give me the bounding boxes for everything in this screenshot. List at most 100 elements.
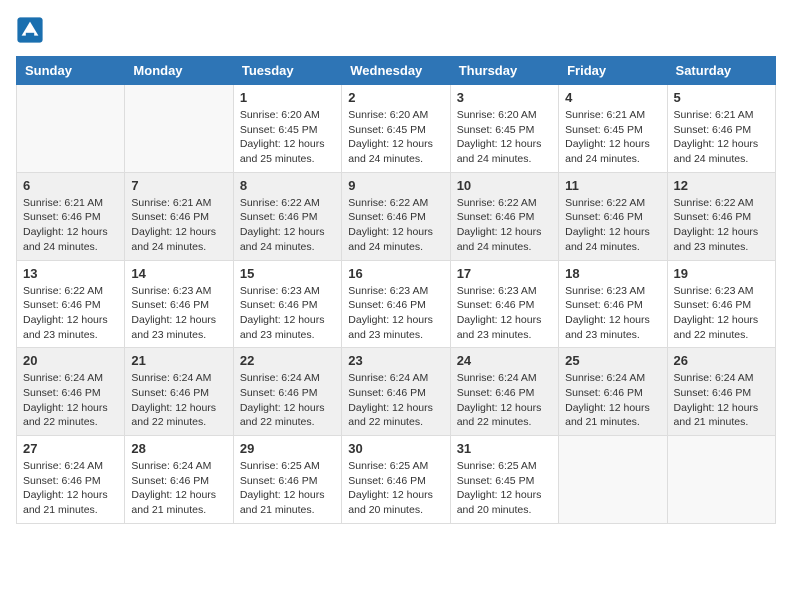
day-info: Sunrise: 6:24 AM Sunset: 6:46 PM Dayligh… bbox=[565, 371, 660, 430]
day-info: Sunrise: 6:20 AM Sunset: 6:45 PM Dayligh… bbox=[348, 108, 443, 167]
day-info: Sunrise: 6:21 AM Sunset: 6:46 PM Dayligh… bbox=[23, 196, 118, 255]
day-number: 15 bbox=[240, 266, 335, 281]
day-number: 27 bbox=[23, 441, 118, 456]
day-info: Sunrise: 6:23 AM Sunset: 6:46 PM Dayligh… bbox=[674, 284, 769, 343]
calendar-cell: 10 Sunrise: 6:22 AM Sunset: 6:46 PM Dayli… bbox=[450, 172, 558, 260]
weekday-header: Monday bbox=[125, 57, 233, 85]
logo-icon bbox=[16, 16, 44, 44]
calendar-cell: 14 Sunrise: 6:23 AM Sunset: 6:46 PM Dayli… bbox=[125, 260, 233, 348]
day-number: 1 bbox=[240, 90, 335, 105]
calendar-cell: 30Sunrise: 6:25 AM Sunset: 6:46 PM Dayli… bbox=[342, 436, 450, 524]
day-info: Sunrise: 6:24 AM Sunset: 6:46 PM Dayligh… bbox=[23, 459, 118, 518]
day-info: Sunrise: 6:22 AM Sunset: 6:46 PM Dayligh… bbox=[674, 196, 769, 255]
weekday-header: Tuesday bbox=[233, 57, 341, 85]
day-number: 7 bbox=[131, 178, 226, 193]
day-number: 2 bbox=[348, 90, 443, 105]
day-number: 16 bbox=[348, 266, 443, 281]
day-info: Sunrise: 6:22 AM Sunset: 6:46 PM Dayligh… bbox=[23, 284, 118, 343]
calendar-cell: 29Sunrise: 6:25 AM Sunset: 6:46 PM Dayli… bbox=[233, 436, 341, 524]
page-header bbox=[16, 16, 776, 44]
calendar-cell: 5 Sunrise: 6:21 AM Sunset: 6:46 PM Daylig… bbox=[667, 85, 775, 173]
calendar-cell: 18 Sunrise: 6:23 AM Sunset: 6:46 PM Dayli… bbox=[559, 260, 667, 348]
calendar-week-row: 6 Sunrise: 6:21 AM Sunset: 6:46 PM Daylig… bbox=[17, 172, 776, 260]
calendar-table: SundayMondayTuesdayWednesdayThursdayFrid… bbox=[16, 56, 776, 524]
day-number: 23 bbox=[348, 353, 443, 368]
weekday-header: Wednesday bbox=[342, 57, 450, 85]
day-number: 6 bbox=[23, 178, 118, 193]
weekday-header: Thursday bbox=[450, 57, 558, 85]
day-info: Sunrise: 6:22 AM Sunset: 6:46 PM Dayligh… bbox=[348, 196, 443, 255]
weekday-header: Saturday bbox=[667, 57, 775, 85]
calendar-cell: 13 Sunrise: 6:22 AM Sunset: 6:46 PM Dayli… bbox=[17, 260, 125, 348]
day-number: 25 bbox=[565, 353, 660, 368]
day-info: Sunrise: 6:24 AM Sunset: 6:46 PM Dayligh… bbox=[240, 371, 335, 430]
day-info: Sunrise: 6:22 AM Sunset: 6:46 PM Dayligh… bbox=[457, 196, 552, 255]
day-number: 3 bbox=[457, 90, 552, 105]
day-info: Sunrise: 6:24 AM Sunset: 6:46 PM Dayligh… bbox=[457, 371, 552, 430]
calendar-week-row: 27 Sunrise: 6:24 AM Sunset: 6:46 PM Dayli… bbox=[17, 436, 776, 524]
day-info: Sunrise: 6:20 AM Sunset: 6:45 PM Dayligh… bbox=[457, 108, 552, 167]
calendar-header-row: SundayMondayTuesdayWednesdayThursdayFrid… bbox=[17, 57, 776, 85]
day-info: Sunrise: 6:20 AM Sunset: 6:45 PM Dayligh… bbox=[240, 108, 335, 167]
calendar-cell: 11 Sunrise: 6:22 AM Sunset: 6:46 PM Dayli… bbox=[559, 172, 667, 260]
day-number: 17 bbox=[457, 266, 552, 281]
day-info: Sunrise: 6:25 AM Sunset: 6:45 PM Dayligh… bbox=[457, 459, 552, 518]
day-number: 31 bbox=[457, 441, 552, 456]
logo bbox=[16, 16, 46, 44]
calendar-cell: 2 Sunrise: 6:20 AM Sunset: 6:45 PM Daylig… bbox=[342, 85, 450, 173]
calendar-cell: 12 Sunrise: 6:22 AM Sunset: 6:46 PM Dayli… bbox=[667, 172, 775, 260]
day-number: 11 bbox=[565, 178, 660, 193]
calendar-cell: 25 Sunrise: 6:24 AM Sunset: 6:46 PM Dayli… bbox=[559, 348, 667, 436]
calendar-cell: 4 Sunrise: 6:21 AM Sunset: 6:45 PM Daylig… bbox=[559, 85, 667, 173]
day-info: Sunrise: 6:23 AM Sunset: 6:46 PM Dayligh… bbox=[131, 284, 226, 343]
day-number: 12 bbox=[674, 178, 769, 193]
day-number: 29 bbox=[240, 441, 335, 456]
calendar-cell: 9 Sunrise: 6:22 AM Sunset: 6:46 PM Daylig… bbox=[342, 172, 450, 260]
day-info: Sunrise: 6:24 AM Sunset: 6:46 PM Dayligh… bbox=[674, 371, 769, 430]
calendar-cell: 23 Sunrise: 6:24 AM Sunset: 6:46 PM Dayli… bbox=[342, 348, 450, 436]
day-number: 18 bbox=[565, 266, 660, 281]
calendar-cell: 8 Sunrise: 6:22 AM Sunset: 6:46 PM Daylig… bbox=[233, 172, 341, 260]
day-info: Sunrise: 6:22 AM Sunset: 6:46 PM Dayligh… bbox=[565, 196, 660, 255]
calendar-cell: 3 Sunrise: 6:20 AM Sunset: 6:45 PM Daylig… bbox=[450, 85, 558, 173]
calendar-cell bbox=[559, 436, 667, 524]
day-number: 9 bbox=[348, 178, 443, 193]
day-info: Sunrise: 6:23 AM Sunset: 6:46 PM Dayligh… bbox=[348, 284, 443, 343]
day-number: 26 bbox=[674, 353, 769, 368]
day-number: 28 bbox=[131, 441, 226, 456]
day-number: 10 bbox=[457, 178, 552, 193]
calendar-cell bbox=[125, 85, 233, 173]
day-number: 24 bbox=[457, 353, 552, 368]
day-info: Sunrise: 6:24 AM Sunset: 6:46 PM Dayligh… bbox=[131, 371, 226, 430]
day-number: 4 bbox=[565, 90, 660, 105]
day-number: 14 bbox=[131, 266, 226, 281]
day-number: 20 bbox=[23, 353, 118, 368]
calendar-cell: 16 Sunrise: 6:23 AM Sunset: 6:46 PM Dayli… bbox=[342, 260, 450, 348]
calendar-week-row: 13 Sunrise: 6:22 AM Sunset: 6:46 PM Dayli… bbox=[17, 260, 776, 348]
calendar-week-row: 20 Sunrise: 6:24 AM Sunset: 6:46 PM Dayli… bbox=[17, 348, 776, 436]
calendar-cell: 15Sunrise: 6:23 AM Sunset: 6:46 PM Dayli… bbox=[233, 260, 341, 348]
day-number: 13 bbox=[23, 266, 118, 281]
calendar-cell: 7Sunrise: 6:21 AM Sunset: 6:46 PM Daylig… bbox=[125, 172, 233, 260]
day-number: 8 bbox=[240, 178, 335, 193]
day-info: Sunrise: 6:22 AM Sunset: 6:46 PM Dayligh… bbox=[240, 196, 335, 255]
calendar-cell: 19 Sunrise: 6:23 AM Sunset: 6:46 PM Dayli… bbox=[667, 260, 775, 348]
weekday-header: Friday bbox=[559, 57, 667, 85]
day-info: Sunrise: 6:21 AM Sunset: 6:45 PM Dayligh… bbox=[565, 108, 660, 167]
weekday-header: Sunday bbox=[17, 57, 125, 85]
calendar-cell: 31 Sunrise: 6:25 AM Sunset: 6:45 PM Dayli… bbox=[450, 436, 558, 524]
day-number: 21 bbox=[131, 353, 226, 368]
day-info: Sunrise: 6:24 AM Sunset: 6:46 PM Dayligh… bbox=[348, 371, 443, 430]
calendar-cell: 20 Sunrise: 6:24 AM Sunset: 6:46 PM Dayli… bbox=[17, 348, 125, 436]
calendar-cell: 21 Sunrise: 6:24 AM Sunset: 6:46 PM Dayli… bbox=[125, 348, 233, 436]
day-info: Sunrise: 6:21 AM Sunset: 6:46 PM Dayligh… bbox=[674, 108, 769, 167]
day-number: 19 bbox=[674, 266, 769, 281]
calendar-cell bbox=[667, 436, 775, 524]
day-info: Sunrise: 6:23 AM Sunset: 6:46 PM Dayligh… bbox=[565, 284, 660, 343]
calendar-cell: 24 Sunrise: 6:24 AM Sunset: 6:46 PM Dayli… bbox=[450, 348, 558, 436]
day-info: Sunrise: 6:24 AM Sunset: 6:46 PM Dayligh… bbox=[23, 371, 118, 430]
day-number: 5 bbox=[674, 90, 769, 105]
calendar-cell: 17Sunrise: 6:23 AM Sunset: 6:46 PM Dayli… bbox=[450, 260, 558, 348]
calendar-cell: 6 Sunrise: 6:21 AM Sunset: 6:46 PM Daylig… bbox=[17, 172, 125, 260]
calendar-cell bbox=[17, 85, 125, 173]
